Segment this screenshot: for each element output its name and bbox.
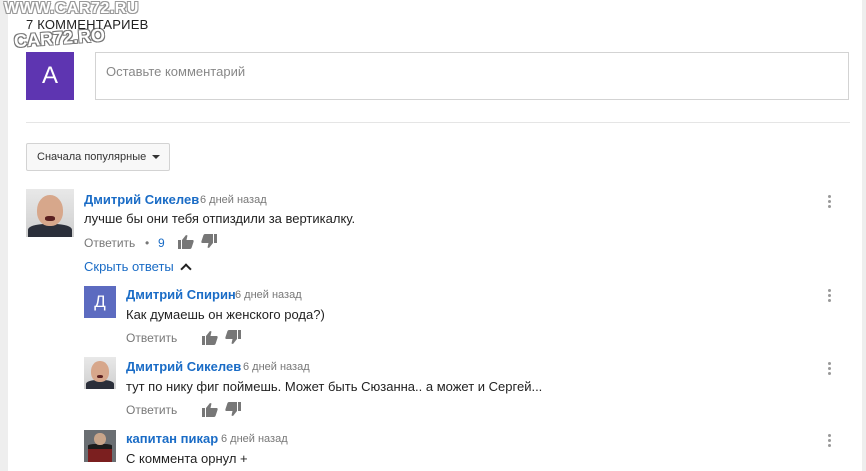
separator-dot: •	[145, 236, 150, 250]
reply-text: С коммента орнул +	[126, 451, 248, 466]
reply-button[interactable]: Ответить	[126, 403, 177, 417]
left-border	[0, 0, 8, 471]
more-vert-icon[interactable]	[828, 362, 832, 378]
comments-count-title: 7 КОММЕНТАРИЕВ	[26, 17, 149, 32]
more-vert-icon[interactable]	[828, 289, 832, 305]
reply-author[interactable]: капитан пикар	[126, 431, 218, 446]
reply-button[interactable]: Ответить	[84, 236, 135, 250]
hide-replies-label: Скрыть ответы	[84, 259, 174, 274]
reply-time[interactable]: 6 дней назад	[243, 361, 310, 373]
thumbs-up-icon[interactable]	[178, 235, 194, 249]
comment-text: лучше бы они тебя отпиздили за вертикалк…	[84, 211, 356, 226]
comment-input-placeholder: Оставьте комментарий	[106, 64, 246, 79]
reply-text: тут по нику фиг поймешь. Может быть Сюза…	[126, 379, 543, 394]
reply-time[interactable]: 6 дней назад	[235, 289, 302, 301]
sort-label: Сначала популярные	[37, 151, 147, 163]
caret-down-icon	[152, 155, 161, 159]
like-count: 9	[158, 236, 165, 250]
thumbs-down-icon[interactable]	[225, 402, 241, 416]
reply-avatar[interactable]: Д	[84, 286, 116, 318]
comment-author[interactable]: Дмитрий Сикелев	[84, 192, 199, 207]
sort-dropdown-button[interactable]: Сначала популярные	[26, 143, 170, 171]
reply-text: Как думаешь он женского рода?)	[126, 307, 325, 322]
more-vert-icon[interactable]	[828, 434, 832, 450]
reply-author[interactable]: Дмитрий Сикелев	[126, 359, 241, 374]
comment-input[interactable]: Оставьте комментарий	[95, 52, 849, 100]
commenter-avatar[interactable]	[26, 189, 74, 237]
divider	[26, 122, 850, 123]
thumbs-down-icon[interactable]	[225, 330, 241, 344]
chevron-up-icon	[180, 262, 192, 275]
reply-avatar[interactable]	[84, 357, 116, 389]
user-avatar: А	[26, 52, 74, 100]
reply-time[interactable]: 6 дней назад	[221, 433, 288, 445]
thumbs-down-icon[interactable]	[201, 234, 217, 248]
hide-replies-toggle[interactable]: Скрыть ответы	[84, 259, 192, 275]
reply-author[interactable]: Дмитрий Спирин	[126, 287, 236, 302]
reply-avatar[interactable]	[84, 430, 116, 462]
thumbs-up-icon[interactable]	[202, 331, 218, 345]
right-border	[862, 0, 866, 471]
more-vert-icon[interactable]	[828, 195, 832, 211]
comment-time[interactable]: 6 дней назад	[200, 194, 267, 206]
thumbs-up-icon[interactable]	[202, 403, 218, 417]
watermark-url: WWW.CAR72.RU	[4, 0, 139, 17]
reply-button[interactable]: Ответить	[126, 331, 177, 345]
